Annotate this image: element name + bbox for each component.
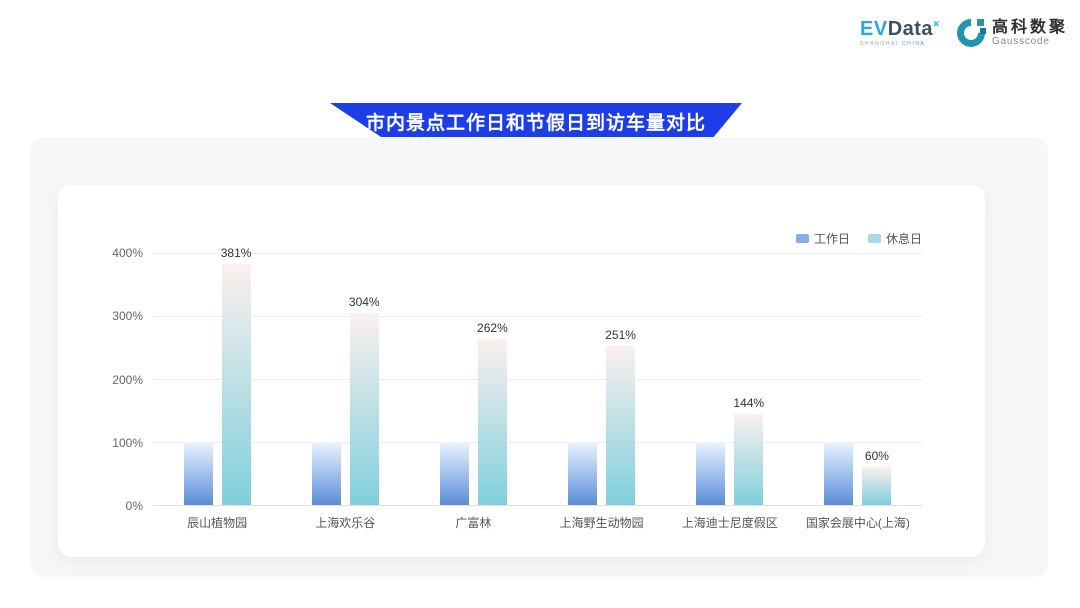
legend-swatch-icon [868,234,881,243]
legend-label: 工作日 [814,230,850,247]
evdata-ev-text: EV [860,18,888,40]
bar-休息日-上海迪士尼度假区[interactable] [734,414,763,505]
legend-swatch-icon [796,234,809,243]
bar-value-label: 60% [845,449,909,463]
gausscode-square-shape-2 [980,28,986,34]
gausscode-cn-name: 高科数聚 [992,19,1068,37]
bar-休息日-上海欢乐谷[interactable] [350,313,379,505]
bar-工作日-辰山植物园[interactable] [184,442,213,505]
legend-label: 休息日 [886,230,922,247]
bar-休息日-辰山植物园[interactable] [222,264,251,505]
bar-工作日-上海欢乐谷[interactable] [312,442,341,505]
y-axis-tick-label: 0% [91,499,143,513]
gridline [153,253,922,254]
y-axis-tick-label: 400% [91,246,143,260]
bar-value-label: 251% [589,328,653,342]
chart-card: 工作日 休息日 0%100%200%300%400%381%辰山植物园304%上海… [58,185,985,557]
bar-休息日-上海野生动物园[interactable] [606,346,635,505]
bar-工作日-上海野生动物园[interactable] [568,442,597,505]
plot-area: 0%100%200%300%400%381%辰山植物园304%上海欢乐谷262%… [153,253,922,506]
evdata-logo: EVData× SHANGHAI CHINA [860,19,940,47]
evdata-x-mark: × [933,18,940,30]
evdata-data-text: Data [888,18,933,40]
y-axis-tick-label: 200% [91,373,143,387]
bar-value-label: 304% [332,295,396,309]
page: EVData× SHANGHAI CHINA 高科数聚 Gausscode 市内… [0,0,1080,608]
chart-title-banner: 市内景点工作日和节假日到访车量对比 [330,103,742,140]
gausscode-text: 高科数聚 Gausscode [992,19,1068,48]
chart-title: 市内景点工作日和节假日到访车量对比 [366,108,706,135]
bar-休息日-国家会展中心(上海)[interactable] [862,467,891,505]
header-logos: EVData× SHANGHAI CHINA 高科数聚 Gausscode [860,18,1068,48]
y-axis-tick-label: 100% [91,436,143,450]
gridline [153,316,922,317]
x-axis-category-label: 国家会展中心(上海) [783,514,933,531]
bar-休息日-广富林[interactable] [478,339,507,505]
evdata-subtext-right: CHINA [902,41,926,47]
bar-工作日-上海迪士尼度假区[interactable] [696,442,725,505]
gausscode-square-shape [977,19,984,26]
evdata-wordmark: EVData× [860,19,940,39]
evdata-subtext: SHANGHAI CHINA [860,41,925,47]
gausscode-en-name: Gausscode [992,36,1068,47]
bar-工作日-广富林[interactable] [440,442,469,505]
gausscode-icon [956,18,986,48]
bar-value-label: 262% [460,321,524,335]
bar-value-label: 381% [204,246,268,260]
evdata-subtext-left: SHANGHAI [860,41,902,47]
y-axis-tick-label: 300% [91,309,143,323]
legend-item-工作日[interactable]: 工作日 [796,230,850,247]
gridline [153,442,922,443]
legend-item-休息日[interactable]: 休息日 [868,230,922,247]
gridline [153,379,922,380]
chart-panel: 工作日 休息日 0%100%200%300%400%381%辰山植物园304%上海… [30,137,1048,577]
legend: 工作日 休息日 [796,230,922,247]
gausscode-logo: 高科数聚 Gausscode [956,18,1068,48]
bar-value-label: 144% [717,396,781,410]
